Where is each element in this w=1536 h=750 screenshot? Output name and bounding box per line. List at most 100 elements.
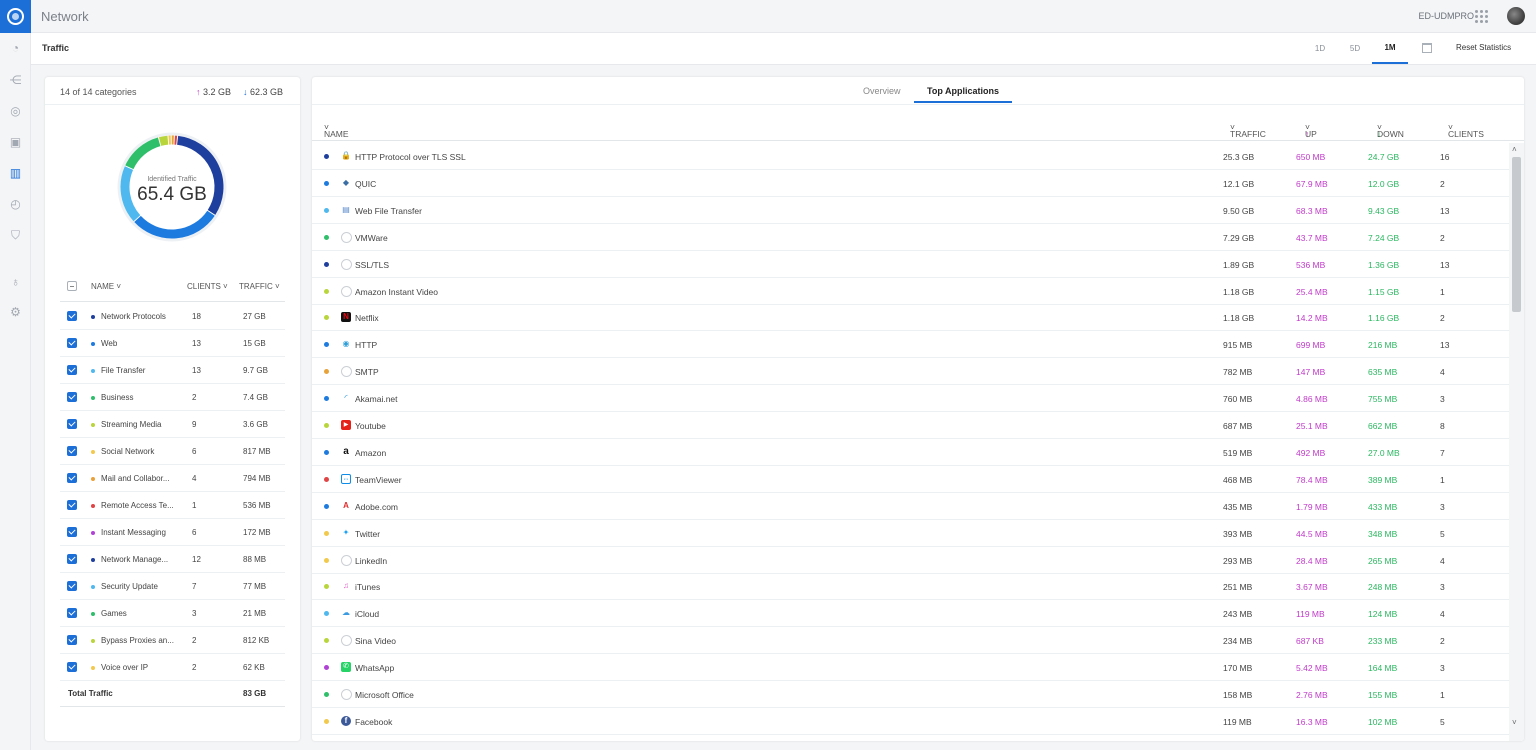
category-row[interactable]: Remote Access Te... 1 536 MB bbox=[60, 492, 285, 519]
apps-grid-icon[interactable] bbox=[1475, 10, 1488, 23]
category-checkbox[interactable] bbox=[67, 608, 77, 618]
application-row[interactable]: ▤ Web File Transfer 9.50 GB 68.3 MB 9.43 GB 1… bbox=[312, 197, 1509, 224]
application-row[interactable]: ⇔ TeamViewer 468 MB 78.4 MB 389 MB 1 bbox=[312, 466, 1509, 493]
bell-icon[interactable]: ♁ bbox=[0, 272, 31, 292]
category-checkbox[interactable] bbox=[67, 635, 77, 645]
application-row[interactable]: ☁ iCloud 243 MB 119 MB 124 MB 4 bbox=[312, 600, 1509, 628]
application-row[interactable]: 🔒 HTTP Protocol over TLS SSL 25.3 GB 650 MB… bbox=[312, 143, 1509, 170]
category-name: Instant Messaging bbox=[101, 528, 166, 537]
application-name: Facebook bbox=[355, 716, 393, 727]
category-checkbox[interactable] bbox=[67, 338, 77, 348]
category-checkbox[interactable] bbox=[67, 662, 77, 672]
traffic-column-header[interactable]: TRAFFIC ˅ bbox=[239, 282, 280, 291]
category-row[interactable]: Social Network 6 817 MB bbox=[60, 438, 285, 465]
application-color-dot bbox=[324, 180, 329, 186]
application-traffic: 9.50 GB bbox=[1223, 205, 1255, 216]
topology-icon[interactable]: ⋲ bbox=[0, 70, 31, 90]
devices-icon[interactable]: ◎ bbox=[0, 101, 31, 121]
device-name[interactable]: ED-UDMPRO bbox=[1419, 11, 1475, 21]
category-row[interactable]: Business 2 7.4 GB bbox=[60, 384, 285, 411]
scroll-down-arrow-icon[interactable]: ˅ bbox=[1512, 718, 1517, 727]
tab-top-applications[interactable]: Top Applications bbox=[914, 86, 1012, 103]
avatar[interactable] bbox=[1507, 7, 1525, 25]
tab-bar: Overview Top Applications bbox=[312, 77, 1524, 105]
app-down-column-header[interactable]: ↓ DOWN ˅ bbox=[1377, 122, 1404, 139]
category-checkbox[interactable] bbox=[67, 446, 77, 456]
application-row[interactable]: VMWare 7.29 GB 43.7 MB 7.24 GB 2 bbox=[312, 224, 1509, 251]
category-checkbox[interactable] bbox=[67, 311, 77, 321]
application-row[interactable]: SSL/TLS 1.89 GB 536 MB 1.36 GB 13 bbox=[312, 251, 1509, 278]
scrollbar-thumb[interactable] bbox=[1512, 157, 1521, 312]
application-row[interactable]: ▶ Youtube 687 MB 25.1 MB 662 MB 8 bbox=[312, 412, 1509, 439]
category-row[interactable]: File Transfer 13 9.7 GB bbox=[60, 357, 285, 384]
category-row[interactable]: Network Manage... 12 88 MB bbox=[60, 546, 285, 573]
category-checkbox[interactable] bbox=[67, 392, 77, 402]
application-row[interactable]: LinkedIn 293 MB 28.4 MB 265 MB 4 bbox=[312, 547, 1509, 574]
application-name: TeamViewer bbox=[355, 474, 402, 485]
application-row[interactable]: A Adobe.com 435 MB 1.79 MB 433 MB 3 bbox=[312, 493, 1509, 520]
category-row[interactable]: Streaming Media 9 3.6 GB bbox=[60, 411, 285, 438]
app-clients-column-header[interactable]: CLIENTS ˅ bbox=[1448, 122, 1484, 139]
dashboard-icon[interactable]: ◔ bbox=[0, 38, 31, 58]
range-5d-button[interactable]: 5D bbox=[1345, 33, 1365, 64]
category-checkbox[interactable] bbox=[67, 473, 77, 483]
category-checkbox[interactable] bbox=[67, 527, 77, 537]
category-row[interactable]: Web 13 15 GB bbox=[60, 330, 285, 357]
reset-statistics-button[interactable]: Reset Statistics bbox=[1456, 43, 1511, 52]
application-row[interactable]: Sina Video 234 MB 687 KB 233 MB 2 bbox=[312, 627, 1509, 655]
calendar-icon[interactable] bbox=[1422, 43, 1432, 53]
select-all-checkbox[interactable] bbox=[67, 281, 77, 291]
category-row[interactable]: Security Update 7 77 MB bbox=[60, 573, 285, 600]
donut-segment[interactable] bbox=[158, 135, 169, 146]
scroll-up-arrow-icon[interactable]: ˄ bbox=[1512, 145, 1517, 154]
category-row[interactable]: Voice over IP 2 62 KB bbox=[60, 654, 285, 681]
gear-icon[interactable]: ⚙ bbox=[0, 302, 31, 322]
scrollbar[interactable]: ˄ ˅ bbox=[1509, 143, 1524, 741]
application-row[interactable]: Microsoft Office 158 MB 2.76 MB 155 MB 1 bbox=[312, 681, 1509, 708]
category-color-dot bbox=[91, 315, 95, 319]
name-column-header[interactable]: NAME ˅ bbox=[91, 282, 121, 291]
statistics-icon[interactable]: ▥ bbox=[0, 163, 31, 183]
tab-overview[interactable]: Overview bbox=[863, 86, 901, 96]
app-up-column-header[interactable]: ↑ UP ˅ bbox=[1305, 122, 1317, 139]
application-download: 27.0 MB bbox=[1368, 447, 1400, 458]
application-upload: 650 MB bbox=[1296, 152, 1326, 162]
category-color-dot bbox=[91, 423, 95, 427]
category-row[interactable]: Mail and Collabor... 4 794 MB bbox=[60, 465, 285, 492]
application-row[interactable]: ♫ iTunes 251 MB 3.67 MB 248 MB 3 bbox=[312, 573, 1509, 601]
application-name: Akamai.net bbox=[355, 394, 398, 405]
category-row[interactable]: Bypass Proxies an... 2 812 KB bbox=[60, 627, 285, 654]
application-row[interactable]: ◜ Akamai.net 760 MB 4.86 MB 755 MB 3 bbox=[312, 385, 1509, 413]
adobe-icon: A bbox=[343, 500, 349, 510]
category-checkbox[interactable] bbox=[67, 554, 77, 564]
shield-icon[interactable]: ⛉ bbox=[0, 225, 31, 245]
category-checkbox[interactable] bbox=[67, 419, 77, 429]
app-traffic-column-header[interactable]: TRAFFIC ˅ bbox=[1230, 122, 1266, 139]
clients-column-header[interactable]: CLIENTS ˅ bbox=[187, 282, 228, 291]
category-row[interactable]: Instant Messaging 6 172 MB bbox=[60, 519, 285, 546]
application-row[interactable]: N Netflix 1.18 GB 14.2 MB 1.16 GB 2 bbox=[312, 304, 1509, 332]
application-traffic: 251 MB bbox=[1223, 582, 1253, 593]
range-1m-button[interactable]: 1M bbox=[1372, 33, 1408, 64]
clients-icon[interactable]: ▣ bbox=[0, 132, 31, 152]
range-1d-button[interactable]: 1D bbox=[1310, 33, 1330, 64]
application-row[interactable]: ✆ WhatsApp 170 MB 5.42 MB 164 MB 3 bbox=[312, 654, 1509, 682]
category-checkbox[interactable] bbox=[67, 365, 77, 375]
category-row[interactable]: Network Protocols 18 27 GB bbox=[60, 303, 285, 330]
application-row[interactable]: a Amazon 519 MB 492 MB 27.0 MB 7 bbox=[312, 439, 1509, 466]
category-row[interactable]: Games 3 21 MB bbox=[60, 600, 285, 627]
donut-segment[interactable] bbox=[125, 137, 161, 170]
category-checkbox[interactable] bbox=[67, 581, 77, 591]
unifi-logo-icon[interactable] bbox=[0, 0, 31, 33]
application-row[interactable]: ◆ QUIC 12.1 GB 67.9 MB 12.0 GB 2 bbox=[312, 170, 1509, 197]
application-row[interactable]: SMTP 782 MB 147 MB 635 MB 4 bbox=[312, 358, 1509, 386]
application-row[interactable]: f Facebook 119 MB 16.3 MB 102 MB 5 bbox=[312, 708, 1509, 735]
application-row[interactable]: Amazon Instant Video 1.18 GB 25.4 MB 1.15 G… bbox=[312, 278, 1509, 305]
application-row[interactable]: ◉ HTTP 915 MB 699 MB 216 MB 13 bbox=[312, 331, 1509, 359]
insights-icon[interactable]: ◴ bbox=[0, 194, 31, 214]
app-name-column-header[interactable]: NAME ˅ bbox=[324, 122, 349, 139]
application-name: WhatsApp bbox=[355, 663, 395, 674]
application-row[interactable]: ✦ Twitter 393 MB 44.5 MB 348 MB 5 bbox=[312, 520, 1509, 547]
application-name: VMWare bbox=[355, 232, 388, 243]
category-checkbox[interactable] bbox=[67, 500, 77, 510]
